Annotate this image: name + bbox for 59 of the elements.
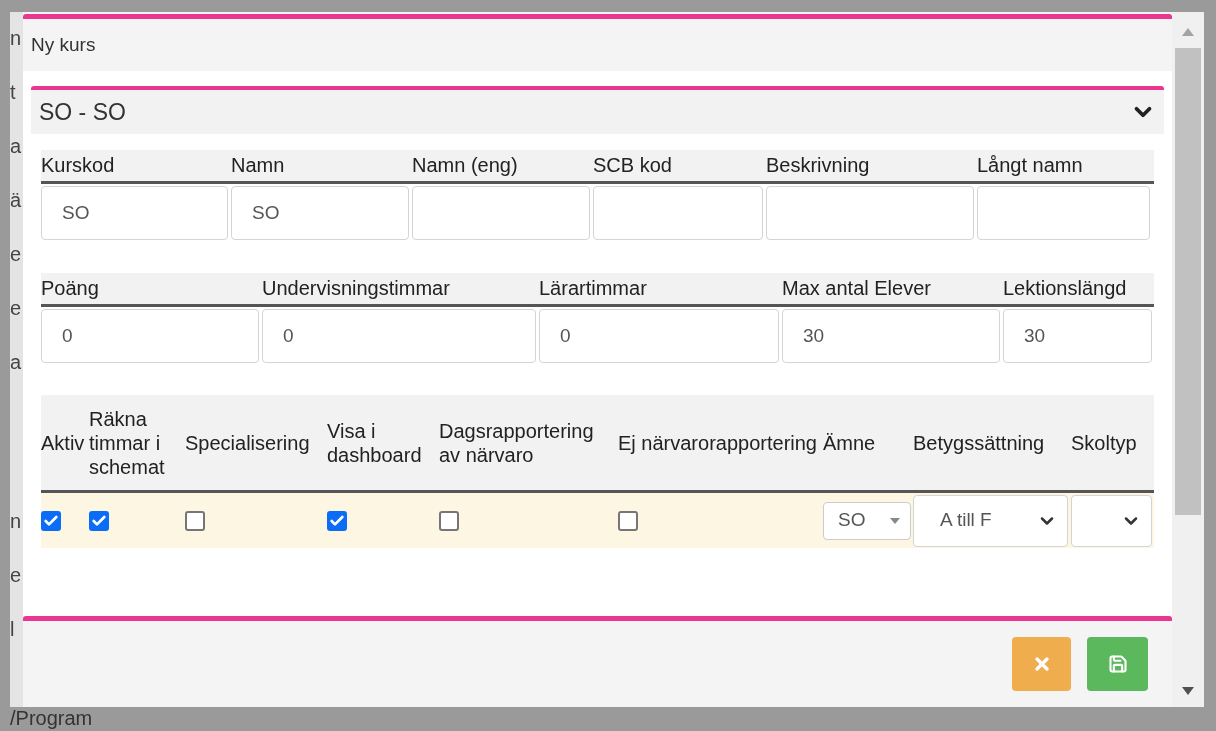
column-header: Visa i dashboard bbox=[327, 418, 423, 467]
column-header: Långt namn bbox=[977, 153, 1084, 178]
column-header: Betygssättning bbox=[913, 430, 1046, 455]
text-field[interactable] bbox=[766, 186, 974, 240]
select-field[interactable]: SO bbox=[823, 501, 911, 540]
background-text: a bbox=[10, 134, 23, 158]
background-text: a bbox=[10, 350, 23, 374]
column-header: Aktiv bbox=[41, 430, 86, 455]
column-header: Namn bbox=[231, 153, 286, 178]
column-header: SCB kod bbox=[593, 153, 673, 178]
background-text: n bbox=[10, 26, 23, 50]
column-header: Namn (eng) bbox=[412, 153, 519, 178]
scroll-down-icon bbox=[1182, 687, 1194, 695]
caret-icon bbox=[890, 517, 900, 524]
panel-header[interactable]: SO - SO bbox=[31, 90, 1164, 134]
text-field[interactable]: 0 bbox=[41, 309, 259, 363]
text-field[interactable]: SO bbox=[41, 186, 228, 240]
background-text: /Program bbox=[10, 707, 93, 729]
checkbox[interactable] bbox=[185, 510, 205, 531]
text-field[interactable]: 0 bbox=[539, 309, 779, 363]
column-header: Undervisningstimmar bbox=[262, 276, 451, 301]
background-text: t bbox=[10, 80, 17, 104]
column-header: Max antal Elever bbox=[782, 276, 932, 301]
background-text: e bbox=[10, 296, 23, 320]
column-header: Ej närvarorapportering bbox=[618, 430, 818, 455]
scrollbar[interactable] bbox=[1172, 12, 1204, 707]
text-field[interactable]: 30 bbox=[1003, 309, 1152, 363]
dropdown-field[interactable]: A till F bbox=[913, 494, 1068, 547]
text-field[interactable]: 0 bbox=[262, 309, 536, 363]
text-field[interactable] bbox=[412, 186, 590, 240]
column-header: Räkna timmar i schemat bbox=[89, 406, 166, 479]
column-header: Skoltyp bbox=[1071, 430, 1138, 455]
column-header: Dagsrapportering av närvaro bbox=[439, 418, 595, 467]
dropdown-field[interactable] bbox=[1071, 494, 1152, 547]
modal-title: Ny kurs bbox=[31, 32, 96, 57]
text-field[interactable]: 30 bbox=[782, 309, 1000, 363]
column-header: Specialisering bbox=[185, 430, 311, 455]
background-text: ä bbox=[10, 188, 23, 212]
column-header: Lärartimmar bbox=[539, 276, 648, 301]
column-header: Ämne bbox=[823, 430, 877, 455]
checkbox[interactable] bbox=[89, 510, 109, 531]
checkbox[interactable] bbox=[439, 510, 459, 531]
checkbox[interactable] bbox=[618, 510, 638, 531]
text-field[interactable] bbox=[977, 186, 1150, 240]
checkbox[interactable] bbox=[327, 510, 347, 531]
cancel-button[interactable] bbox=[1012, 637, 1071, 691]
checkbox[interactable] bbox=[41, 510, 61, 531]
text-field[interactable] bbox=[593, 186, 763, 240]
background-text: e bbox=[10, 563, 23, 587]
column-header: Kurskod bbox=[41, 153, 116, 178]
background-text: l bbox=[10, 617, 16, 641]
background-text: e bbox=[10, 242, 23, 266]
column-header: Beskrivning bbox=[766, 153, 871, 178]
scroll-up-icon bbox=[1182, 28, 1194, 36]
column-header: Poäng bbox=[41, 276, 100, 301]
background-text: n bbox=[10, 509, 23, 533]
column-header: Lektionslängd bbox=[1003, 276, 1128, 301]
text-field[interactable]: SO bbox=[231, 186, 409, 240]
save-button[interactable] bbox=[1087, 637, 1148, 691]
